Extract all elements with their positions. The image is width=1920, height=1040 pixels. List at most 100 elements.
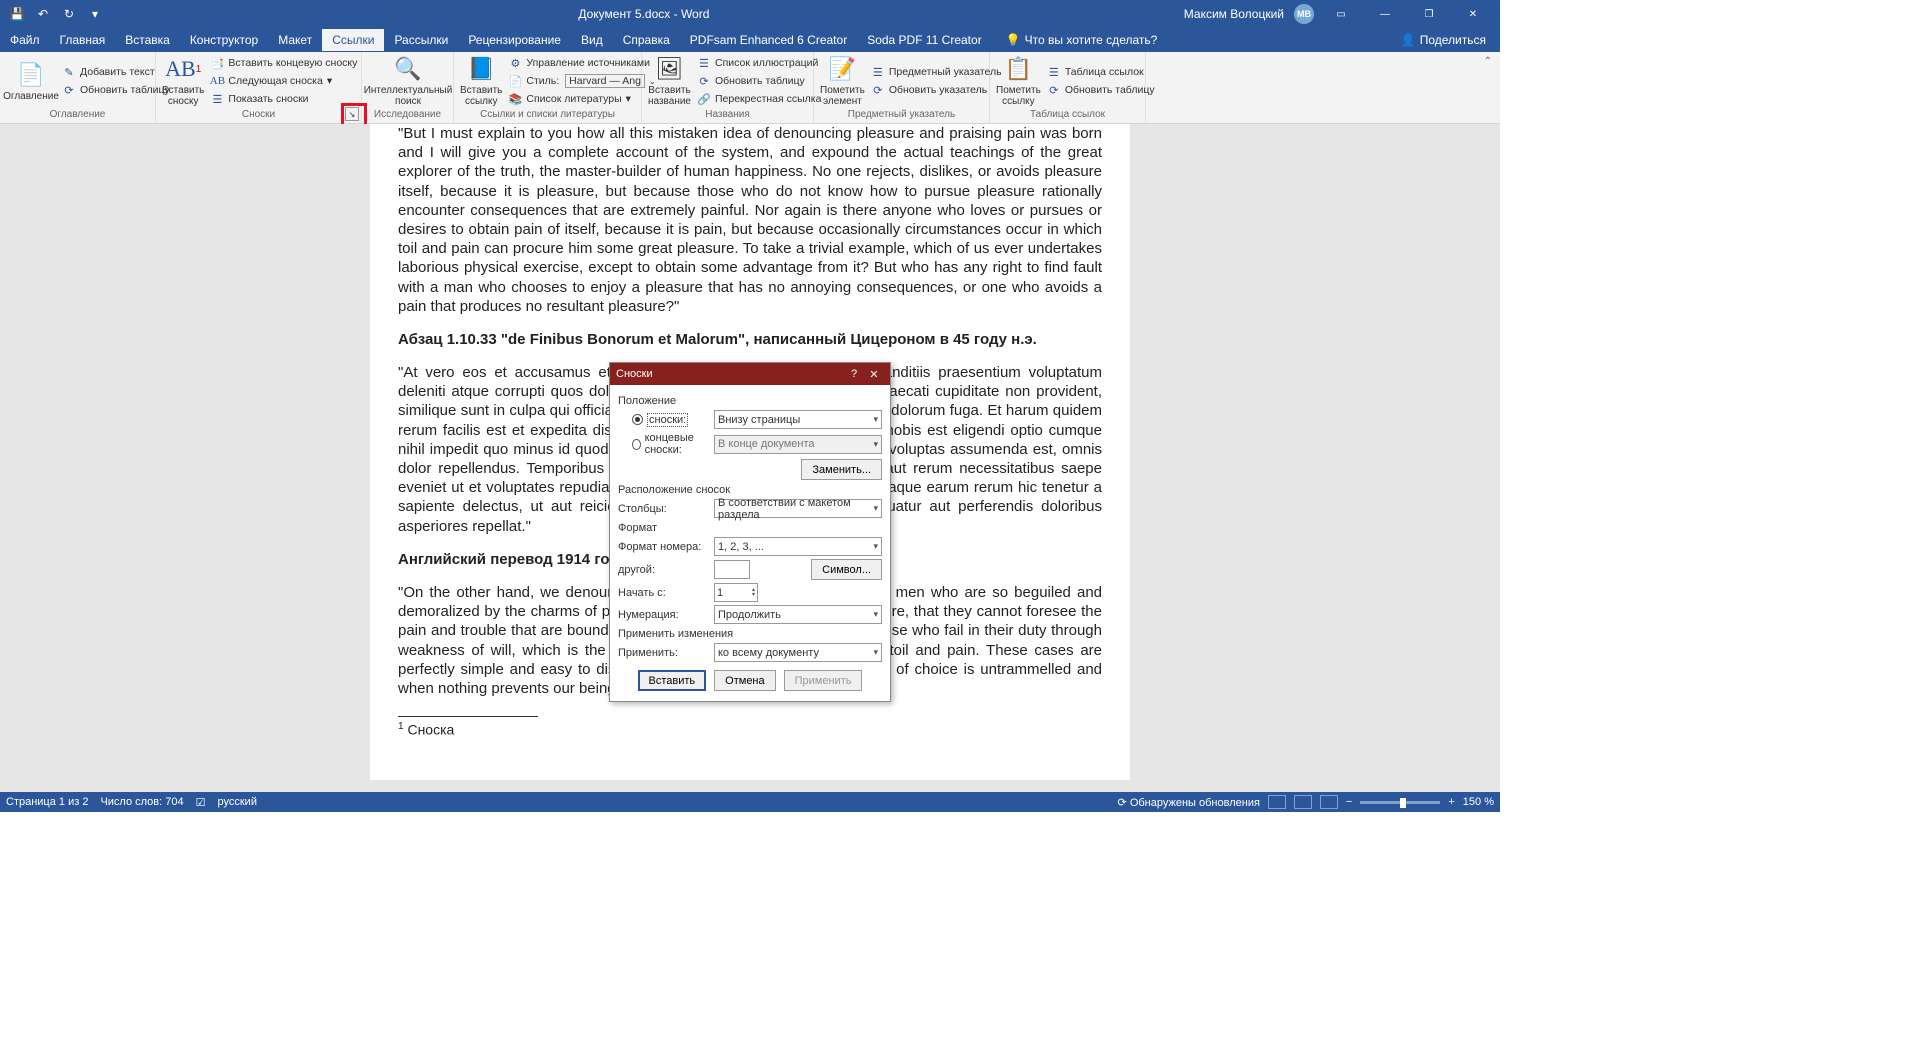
columns-label: Столбцы: (618, 503, 710, 515)
tab-sodapdf[interactable]: Soda PDF 11 Creator (857, 29, 992, 51)
document-area[interactable]: "But I must explain to you how all this … (0, 124, 1500, 792)
radio-endnotes[interactable]: концевые сноски: (632, 432, 710, 456)
mark-icon: 📝 (827, 55, 857, 83)
mark-citation-button[interactable]: 📋 Пометить ссылку (996, 55, 1041, 107)
page-count[interactable]: Страница 1 из 2 (6, 796, 88, 808)
insert-toa-button[interactable]: ☰Таблица ссылок (1045, 64, 1157, 80)
next-footnote-button[interactable]: ABСледующая сноска ▾ (208, 73, 359, 89)
minimize-icon[interactable]: — (1368, 3, 1402, 25)
toc-button[interactable]: 📄 Оглавление (6, 55, 56, 107)
user-name[interactable]: Максим Волоцкий (1184, 7, 1284, 21)
heading[interactable]: Абзац 1.10.33 "de Finibus Bonorum et Mal… (398, 330, 1102, 349)
zoom-in-icon[interactable]: + (1448, 796, 1454, 808)
mark-cite-icon: 📋 (1003, 55, 1033, 83)
share-button[interactable]: 👤 Поделиться (1401, 33, 1500, 47)
cancel-button[interactable]: Отмена (714, 670, 775, 691)
print-layout-icon[interactable] (1294, 795, 1312, 809)
tab-layout[interactable]: Макет (268, 29, 322, 51)
insert-caption-button[interactable]: 🖼 Вставить название (648, 55, 691, 107)
group-toa: 📋 Пометить ссылку ☰Таблица ссылок ⟳Обнов… (990, 52, 1146, 123)
manage-sources-button[interactable]: ⚙Управление источниками (506, 55, 657, 71)
mark-entry-button[interactable]: 📝 Пометить элемент (820, 55, 865, 107)
symbol-button[interactable]: Символ... (811, 559, 882, 580)
tab-design[interactable]: Конструктор (180, 29, 268, 51)
insert-citation-button[interactable]: 📘 Вставить ссылку (460, 55, 502, 107)
smart-lookup-button[interactable]: 🔍 Интеллектуальный поиск (368, 55, 448, 107)
web-layout-icon[interactable] (1320, 795, 1338, 809)
bibliography-button[interactable]: 📚Список литературы ▾ (506, 91, 657, 107)
lightbulb-icon: 💡 (1006, 33, 1021, 47)
footnote-text[interactable]: 1 Сноска (398, 721, 1102, 740)
update-figures-button[interactable]: ⟳Обновить таблицу (695, 73, 823, 89)
insert-endnote-button[interactable]: 📑Вставить концевую сноску (208, 55, 359, 71)
tab-pdfsam[interactable]: PDFsam Enhanced 6 Creator (680, 29, 857, 51)
updates-status[interactable]: ⟳ Обнаружены обновления (1118, 796, 1260, 809)
ribbon: 📄 Оглавление ✎Добавить текст ⟳Обновить т… (0, 52, 1500, 124)
group-index: 📝 Пометить элемент ☰Предметный указатель… (814, 52, 990, 123)
user-avatar[interactable]: МВ (1294, 4, 1314, 24)
language-status[interactable]: русский (218, 796, 257, 808)
insert-button[interactable]: Вставить (638, 670, 707, 691)
group-label-citations: Ссылки и списки литературы (460, 107, 635, 123)
show-footnotes-button[interactable]: ☰Показать сноски (208, 91, 359, 107)
group-footnotes: AB1 Вставить сноску 📑Вставить концевую с… (156, 52, 362, 123)
biblio-icon: 📚 (508, 92, 522, 106)
word-count[interactable]: Число слов: 704 (100, 796, 183, 808)
undo-icon[interactable]: ↶ (34, 5, 52, 23)
insert-footnote-button[interactable]: AB1 Вставить сноску (162, 55, 204, 107)
search-icon: 🔍 (393, 55, 423, 83)
zoom-out-icon[interactable]: − (1346, 796, 1352, 808)
tab-help[interactable]: Справка (613, 29, 680, 51)
numformat-select[interactable]: 1, 2, 3, ... (714, 537, 882, 556)
columns-select[interactable]: В соответствии с макетом раздела (714, 499, 882, 518)
update-index-button[interactable]: ⟳Обновить указатель (869, 82, 1004, 98)
refresh-icon: ⟳ (697, 74, 711, 88)
ribbon-display-icon[interactable]: ▭ (1324, 3, 1358, 25)
footnotes-location-select[interactable]: Внизу страницы (714, 410, 882, 429)
convert-button[interactable]: Заменить... (801, 459, 882, 480)
custom-mark-input[interactable] (714, 560, 750, 579)
tab-view[interactable]: Вид (571, 29, 613, 51)
dialog-close-icon[interactable]: ✕ (864, 368, 884, 381)
close-icon[interactable]: ✕ (1456, 3, 1490, 25)
next-icon: AB (210, 74, 224, 88)
dialog-titlebar[interactable]: Сноски ? ✕ (610, 363, 890, 385)
citation-style-select[interactable]: 📄Стиль: Harvard — Ang ⌄ (506, 73, 657, 89)
tab-references[interactable]: Ссылки (322, 29, 384, 51)
zoom-level[interactable]: 150 % (1463, 796, 1494, 808)
apply-to-label: Применить: (618, 647, 710, 659)
apply-to-select[interactable]: ко всему документу (714, 643, 882, 662)
tab-insert[interactable]: Вставка (115, 29, 180, 51)
crossref-icon: 🔗 (697, 92, 711, 106)
endnotes-location-select: В конце документа (714, 435, 882, 454)
tell-me-search[interactable]: 💡 Что вы хотите сделать? (992, 33, 1158, 47)
table-of-figures-button[interactable]: ☰Список иллюстраций (695, 55, 823, 71)
group-label-footnotes: Сноски (162, 107, 355, 123)
zoom-slider[interactable] (1360, 801, 1440, 804)
insert-index-button[interactable]: ☰Предметный указатель (869, 64, 1004, 80)
numbering-select[interactable]: Продолжить (714, 605, 882, 624)
footnote-icon: AB1 (168, 55, 198, 83)
save-icon[interactable]: 💾 (8, 5, 26, 23)
start-at-spinner[interactable]: 1 (714, 583, 758, 602)
section-apply-label: Применить изменения (618, 628, 882, 640)
tab-mailings[interactable]: Рассылки (384, 29, 458, 51)
tab-file[interactable]: Файл (0, 29, 50, 51)
collapse-ribbon-icon[interactable]: ⌃ (1476, 52, 1500, 123)
redo-icon[interactable]: ↻ (60, 5, 78, 23)
toc-icon: 📄 (16, 61, 46, 89)
cross-reference-button[interactable]: 🔗Перекрестная ссылка (695, 91, 823, 107)
group-label-captions: Названия (648, 107, 807, 123)
spellcheck-icon[interactable]: ☑ (196, 796, 206, 809)
paragraph[interactable]: "But I must explain to you how all this … (398, 124, 1102, 316)
tab-home[interactable]: Главная (50, 29, 116, 51)
radio-footnotes[interactable]: сноски: (632, 413, 688, 427)
dialog-help-icon[interactable]: ? (844, 368, 864, 380)
tab-review[interactable]: Рецензирование (458, 29, 571, 51)
citation-icon: 📘 (466, 55, 496, 83)
qat-customize-icon[interactable]: ▾ (86, 5, 104, 23)
read-mode-icon[interactable] (1268, 795, 1286, 809)
toa-icon: ☰ (1047, 65, 1061, 79)
maximize-icon[interactable]: ❐ (1412, 3, 1446, 25)
update-toa-button[interactable]: ⟳Обновить таблицу (1045, 82, 1157, 98)
